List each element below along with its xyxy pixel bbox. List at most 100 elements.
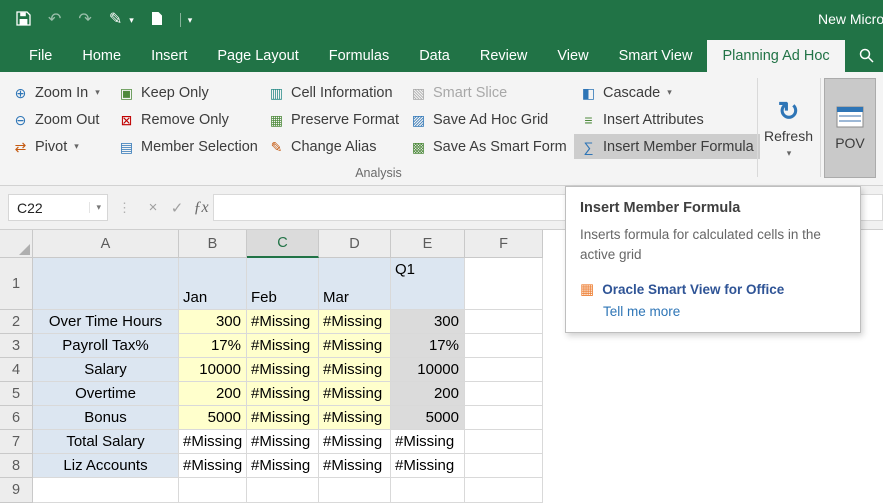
enter-icon[interactable]: ✓	[165, 199, 189, 217]
tab-file[interactable]: File	[14, 40, 67, 72]
cell-C4[interactable]: #Missing	[247, 358, 319, 382]
row-header-1[interactable]: 1	[0, 258, 33, 310]
cell-D7[interactable]: #Missing	[319, 430, 391, 454]
cell-D3[interactable]: #Missing	[319, 334, 391, 358]
new-document-icon[interactable]	[151, 11, 163, 30]
pivot-button[interactable]: ⇄ Pivot ▾	[6, 134, 106, 159]
row-header-8[interactable]: 8	[0, 454, 33, 478]
cell-B9[interactable]	[179, 478, 247, 503]
row-header-4[interactable]: 4	[0, 358, 33, 382]
cascade-button[interactable]: ◧ Cascade ▾	[574, 80, 760, 105]
preserve-format-button[interactable]: ▦ Preserve Format	[262, 107, 405, 132]
cell-B3[interactable]: 17%	[179, 334, 247, 358]
cell-F3[interactable]	[465, 334, 543, 358]
cancel-icon[interactable]: ×	[141, 199, 165, 216]
column-header-A[interactable]: A	[33, 230, 179, 258]
zoom-out-button[interactable]: ⊖ Zoom Out	[6, 107, 106, 132]
cell-E5[interactable]: 200	[391, 382, 465, 406]
undo-icon[interactable]: ↶	[48, 12, 61, 28]
cell-F9[interactable]	[465, 478, 543, 503]
cell-F4[interactable]	[465, 358, 543, 382]
save-icon[interactable]	[16, 11, 31, 30]
cell-F1[interactable]	[465, 258, 543, 310]
cell-C8[interactable]: #Missing	[247, 454, 319, 478]
zoom-in-button[interactable]: ⊕ Zoom In ▾	[6, 80, 106, 105]
cell-A5[interactable]: Overtime	[33, 382, 179, 406]
cell-A3[interactable]: Payroll Tax%	[33, 334, 179, 358]
row-header-7[interactable]: 7	[0, 430, 33, 454]
chevron-down-icon[interactable]: ▾	[89, 202, 107, 213]
change-alias-button[interactable]: ✎ Change Alias	[262, 134, 405, 159]
tell-me-more-link[interactable]: Tell me more	[603, 304, 846, 319]
row-header-6[interactable]: 6	[0, 406, 33, 430]
chevron-down-icon[interactable]: ▾	[129, 16, 134, 25]
cell-E6[interactable]: 5000	[391, 406, 465, 430]
tab-home[interactable]: Home	[67, 40, 136, 72]
row-header-3[interactable]: 3	[0, 334, 33, 358]
cell-C1[interactable]: Feb	[247, 258, 319, 310]
save-as-smart-form-button[interactable]: ▩ Save As Smart Form	[404, 134, 573, 159]
row-header-5[interactable]: 5	[0, 382, 33, 406]
cell-A1[interactable]	[33, 258, 179, 310]
member-selection-button[interactable]: ▤ Member Selection	[112, 134, 264, 159]
cell-D1[interactable]: Mar	[319, 258, 391, 310]
tab-planning-ad-hoc[interactable]: Planning Ad Hoc	[707, 40, 844, 72]
cell-A8[interactable]: Liz Accounts	[33, 454, 179, 478]
tab-view[interactable]: View	[542, 40, 603, 72]
cell-A7[interactable]: Total Salary	[33, 430, 179, 454]
cell-A4[interactable]: Salary	[33, 358, 179, 382]
cell-E4[interactable]: 10000	[391, 358, 465, 382]
row-header-2[interactable]: 2	[0, 310, 33, 334]
tab-formulas[interactable]: Formulas	[314, 40, 404, 72]
cell-F8[interactable]	[465, 454, 543, 478]
cell-B5[interactable]: 200	[179, 382, 247, 406]
cell-information-button[interactable]: ▥ Cell Information	[262, 80, 405, 105]
cell-B8[interactable]: #Missing	[179, 454, 247, 478]
tab-smart-view[interactable]: Smart View	[604, 40, 708, 72]
search-icon[interactable]	[858, 47, 875, 69]
cell-D9[interactable]	[319, 478, 391, 503]
insert-member-formula-button[interactable]: ∑ Insert Member Formula	[574, 134, 760, 159]
cell-B6[interactable]: 5000	[179, 406, 247, 430]
tab-data[interactable]: Data	[404, 40, 465, 72]
cell-B2[interactable]: 300	[179, 310, 247, 334]
customize-qat-icon[interactable]: ▾	[188, 16, 193, 25]
column-header-F[interactable]: F	[465, 230, 543, 258]
tab-page-layout[interactable]: Page Layout	[202, 40, 313, 72]
formula-bar-splitter[interactable]: ⋮	[118, 200, 131, 216]
cell-C6[interactable]: #Missing	[247, 406, 319, 430]
cell-D5[interactable]: #Missing	[319, 382, 391, 406]
cell-D4[interactable]: #Missing	[319, 358, 391, 382]
ink-icon[interactable]: ✎	[109, 12, 122, 28]
keep-only-button[interactable]: ▣ Keep Only	[112, 80, 264, 105]
select-all-corner[interactable]	[0, 230, 33, 258]
pov-button[interactable]: POV	[824, 78, 876, 178]
cell-E2[interactable]: 300	[391, 310, 465, 334]
fx-icon[interactable]: ƒx	[189, 199, 213, 217]
column-header-C[interactable]: C	[247, 230, 319, 258]
cell-F2[interactable]	[465, 310, 543, 334]
cell-B1[interactable]: Jan	[179, 258, 247, 310]
cell-E7[interactable]: #Missing	[391, 430, 465, 454]
row-header-9[interactable]: 9	[0, 478, 33, 503]
cell-F7[interactable]	[465, 430, 543, 454]
column-header-B[interactable]: B	[179, 230, 247, 258]
name-box[interactable]: C22 ▾	[8, 194, 108, 221]
column-header-D[interactable]: D	[319, 230, 391, 258]
cell-F6[interactable]	[465, 406, 543, 430]
redo-icon[interactable]: ↷	[78, 12, 91, 28]
cell-B7[interactable]: #Missing	[179, 430, 247, 454]
cell-D8[interactable]: #Missing	[319, 454, 391, 478]
cell-E8[interactable]: #Missing	[391, 454, 465, 478]
cell-E1[interactable]: Q1	[391, 258, 465, 310]
column-header-E[interactable]: E	[391, 230, 465, 258]
refresh-button[interactable]: ↻ Refresh ▾	[760, 78, 817, 178]
remove-only-button[interactable]: ⊠ Remove Only	[112, 107, 264, 132]
cell-C9[interactable]	[247, 478, 319, 503]
cell-B4[interactable]: 10000	[179, 358, 247, 382]
cell-C7[interactable]: #Missing	[247, 430, 319, 454]
cell-E9[interactable]	[391, 478, 465, 503]
cell-A6[interactable]: Bonus	[33, 406, 179, 430]
cell-E3[interactable]: 17%	[391, 334, 465, 358]
insert-attributes-button[interactable]: ≡ Insert Attributes	[574, 107, 760, 132]
